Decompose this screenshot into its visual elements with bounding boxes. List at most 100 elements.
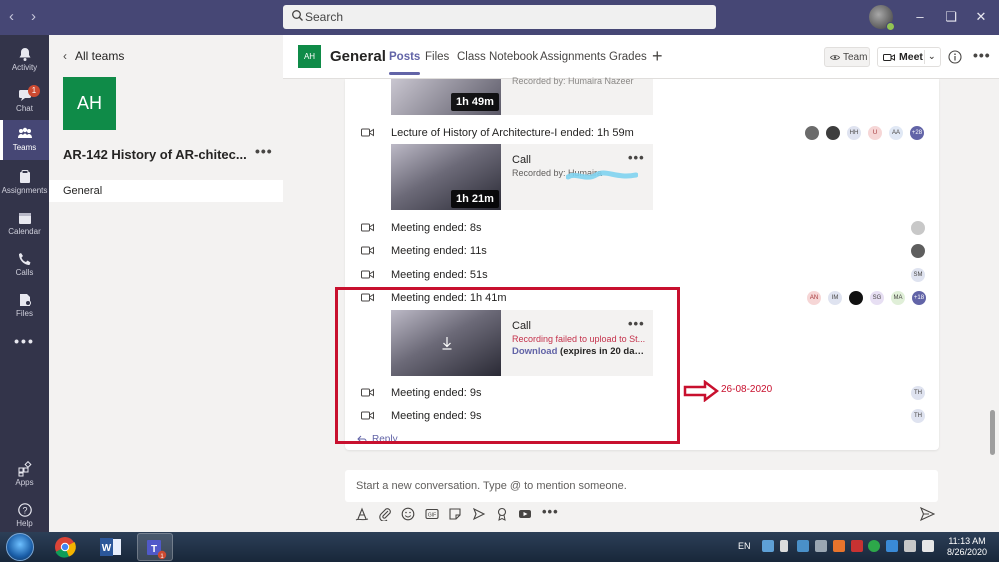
rail-item-files[interactable]: Files [0, 286, 49, 326]
info-icon[interactable] [948, 50, 962, 64]
rail-item-chat[interactable]: 1 Chat [0, 81, 49, 121]
rail-more-icon[interactable]: ••• [0, 331, 49, 351]
tab-class-notebook[interactable]: Class Notebook [457, 51, 538, 63]
all-teams-label: All teams [75, 49, 125, 63]
praise-icon[interactable] [495, 507, 509, 521]
taskbar-teams[interactable]: T1 [137, 533, 173, 561]
word-icon: W [100, 538, 121, 556]
avatar[interactable]: TH [911, 409, 925, 423]
channel-more-options-icon[interactable]: ••• [973, 47, 991, 63]
rail-item-activity[interactable]: Activity [0, 40, 49, 80]
tray-shield-icon[interactable] [851, 540, 863, 552]
forward-arrow-icon[interactable]: › [31, 9, 36, 25]
search-placeholder: Search [305, 10, 344, 24]
attach-icon[interactable] [378, 507, 392, 521]
rail-item-calendar[interactable]: Calendar [0, 204, 49, 244]
rail-item-assignments[interactable]: Assignments [0, 163, 49, 203]
presence-available-icon [886, 22, 895, 31]
format-icon[interactable] [355, 507, 369, 521]
taskbar-word[interactable]: W [92, 533, 128, 561]
compose-more-icon[interactable]: ••• [542, 504, 558, 519]
meeting-ended-line: Meeting ended: 8s [391, 222, 482, 234]
tray-network-icon[interactable] [762, 540, 774, 552]
team-more-options-icon[interactable]: ••• [255, 143, 273, 159]
tab-posts[interactable]: Posts [389, 51, 421, 75]
tab-grades[interactable]: Grades [609, 51, 647, 63]
search-input[interactable]: Search [283, 5, 716, 29]
avatar: MA [891, 291, 905, 305]
back-arrow-icon[interactable]: ‹ [9, 9, 14, 25]
meet-button-label: Meet [899, 51, 923, 63]
rail-item-teams[interactable]: Teams [0, 120, 49, 160]
search-icon [292, 10, 303, 21]
annotation-arrow-icon [683, 380, 719, 402]
close-icon[interactable]: ✕ [973, 8, 989, 26]
rail-label: Apps [15, 478, 34, 487]
minimize-icon[interactable]: – [912, 8, 928, 26]
annotation-date: 26-08-2020 [721, 384, 773, 395]
recording-more-options-icon[interactable]: ••• [628, 150, 645, 165]
rail-item-apps[interactable]: Apps [0, 455, 49, 495]
files-icon [19, 294, 31, 306]
meet-button[interactable]: Meet ⌄ [877, 47, 941, 67]
stream-icon[interactable] [518, 507, 532, 521]
phone-icon [18, 253, 30, 265]
compose-placeholder: Start a new conversation. Type @ to ment… [356, 480, 627, 492]
avatar: HH [847, 126, 861, 140]
language-indicator[interactable]: EN [738, 541, 751, 551]
all-teams-link[interactable]: ‹ All teams [63, 49, 124, 63]
emoji-icon[interactable] [401, 507, 415, 521]
rail-item-calls[interactable]: Calls [0, 245, 49, 285]
meet-now-icon[interactable] [472, 507, 486, 521]
add-tab-icon[interactable]: + [652, 46, 663, 67]
tray-user-icon[interactable] [815, 540, 827, 552]
avatar [805, 126, 819, 140]
tray-app-icon[interactable] [833, 540, 845, 552]
channel-item-general[interactable]: General [49, 180, 283, 202]
avatar[interactable]: TH [911, 386, 925, 400]
rail-label: Assignments [1, 186, 48, 195]
recording-card-partial[interactable]: 1h 49m Recorded by: Humaira Nazeer [391, 76, 653, 115]
avatar[interactable] [911, 244, 925, 258]
tray-check-icon[interactable] [868, 540, 880, 552]
tab-files[interactable]: Files [425, 51, 449, 63]
clock-time: 11:13 AM [948, 536, 986, 546]
tray-battery-icon[interactable] [780, 540, 788, 552]
team-button-label: Team [843, 52, 868, 63]
avatar: U [868, 126, 882, 140]
taskbar-chrome[interactable] [47, 533, 83, 561]
rail-label: Chat [16, 104, 33, 113]
new-conversation-input[interactable]: Start a new conversation. Type @ to ment… [345, 470, 938, 502]
tray-volume-icon[interactable] [922, 540, 934, 552]
tray-flag-icon[interactable] [904, 540, 916, 552]
rail-label: Activity [11, 63, 38, 72]
rail-label: Help [16, 519, 33, 528]
teams-app-icon: T1 [147, 540, 167, 560]
tray-wifi-icon[interactable] [886, 540, 898, 552]
tab-assignments[interactable]: Assignments [540, 51, 606, 63]
maximize-icon[interactable]: ❏ [943, 8, 959, 26]
call-title: Call [512, 154, 531, 166]
feed-scrollbar[interactable] [990, 410, 995, 455]
rail-item-help[interactable]: ? Help [0, 496, 49, 536]
avatar[interactable]: SM [911, 268, 925, 282]
tray-app-icon[interactable] [797, 540, 809, 552]
team-button[interactable]: Team [824, 47, 870, 67]
participants-avatars[interactable]: HH U AA +28 [805, 126, 935, 140]
user-avatar[interactable] [869, 5, 895, 31]
chrome-icon [55, 537, 76, 558]
avatar [826, 126, 840, 140]
chevron-down-icon[interactable]: ⌄ [928, 51, 936, 62]
send-icon[interactable] [920, 507, 935, 521]
windows-start-button[interactable] [6, 533, 34, 561]
participants-avatars[interactable]: AN IM SG MA +18 [807, 291, 935, 305]
gif-icon[interactable]: GIF [425, 507, 439, 521]
team-name: AR-142 History of AR-chitec... [63, 147, 247, 162]
chat-badge: 1 [28, 85, 40, 97]
recording-duration: 1h 49m [451, 93, 499, 111]
sticker-icon[interactable] [448, 507, 462, 521]
avatar[interactable] [911, 221, 925, 235]
meeting-camera-icon [361, 270, 374, 279]
recording-card[interactable]: 1h 21m Call Recorded by: Humaira ••• [391, 144, 653, 210]
taskbar-clock[interactable]: 11:13 AM 8/26/2020 [942, 536, 992, 558]
